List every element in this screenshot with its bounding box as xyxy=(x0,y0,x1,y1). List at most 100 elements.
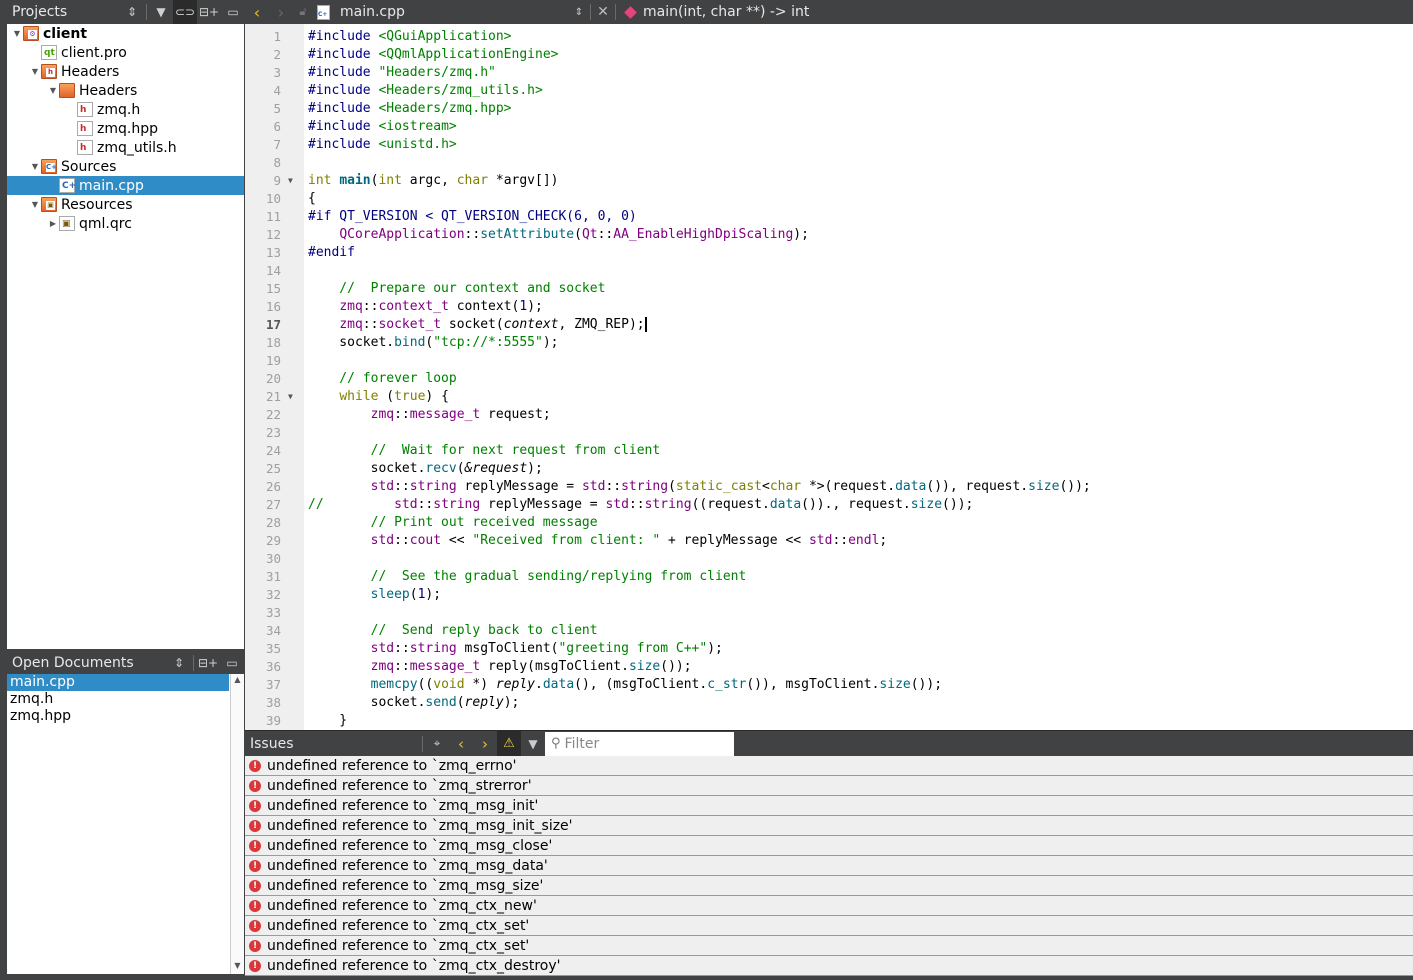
close-document-icon[interactable]: ✕ xyxy=(593,4,613,20)
code-line[interactable]: 11 #if QT_VERSION < QT_VERSION_CHECK(6, 0… xyxy=(245,208,1413,226)
issue-row[interactable]: ! undefined reference to `zmq_msg_close' xyxy=(245,836,1413,856)
next-issue-icon[interactable]: › xyxy=(473,731,497,757)
code-line[interactable]: 19 xyxy=(245,352,1413,370)
code-line[interactable]: 7 #include <unistd.h> xyxy=(245,136,1413,154)
tree-item[interactable]: ▼ ⚙ client xyxy=(7,24,244,43)
code-line[interactable]: 27 // std::string replyMessage = std::str… xyxy=(245,496,1413,514)
code-line[interactable]: 26 std::string replyMessage = std::strin… xyxy=(245,478,1413,496)
code-line[interactable]: 10 { xyxy=(245,190,1413,208)
code-line[interactable]: 4 #include <Headers/zmq_utils.h> xyxy=(245,82,1413,100)
open-document-item[interactable]: main.cpp xyxy=(7,674,229,691)
code-line[interactable]: 29 std::cout << "Received from client: "… xyxy=(245,532,1413,550)
code-line[interactable]: 32 sleep(1); xyxy=(245,586,1413,604)
issue-row[interactable]: ! undefined reference to `zmq_errno' xyxy=(245,756,1413,776)
line-number: 31 xyxy=(265,569,281,584)
tree-item[interactable]: h zmq_utils.h xyxy=(7,138,244,157)
close-pane-icon[interactable]: ▭ xyxy=(220,651,244,675)
code-line[interactable]: 28 // Print out received message xyxy=(245,514,1413,532)
previous-issue-icon[interactable]: ‹ xyxy=(449,731,473,757)
issues-filter-input[interactable]: ⚲ Filter xyxy=(545,731,734,756)
split-icon[interactable]: ⊟+ xyxy=(196,651,220,675)
tree-item[interactable]: C+ main.cpp xyxy=(7,176,244,195)
code-line[interactable]: 39 } xyxy=(245,712,1413,730)
code-line[interactable]: 22 zmq::message_t request; xyxy=(245,406,1413,424)
unlock-icon[interactable]: 🔓︎ xyxy=(293,5,313,19)
symbol-selector[interactable]: main(int, char **) -> int xyxy=(643,4,809,20)
expand-arrow-icon[interactable]: ▶ xyxy=(47,219,59,228)
code-line[interactable]: 33 xyxy=(245,604,1413,622)
clean-issues-icon[interactable]: ⌖ xyxy=(425,731,449,757)
filter-icon[interactable]: ▼ xyxy=(521,731,545,757)
code-line[interactable]: 17 zmq::socket_t socket(context, ZMQ_REP… xyxy=(245,316,1413,334)
issue-row[interactable]: ! undefined reference to `zmq_strerror' xyxy=(245,776,1413,796)
code-line[interactable]: 25 socket.recv(&request); xyxy=(245,460,1413,478)
code-line[interactable]: 37 memcpy((void *) reply.data(), (msgToC… xyxy=(245,676,1413,694)
tree-item[interactable]: qt client.pro xyxy=(7,43,244,62)
issue-row[interactable]: ! undefined reference to `zmq_msg_init' xyxy=(245,796,1413,816)
issue-row[interactable]: ! undefined reference to `zmq_msg_data' xyxy=(245,856,1413,876)
go-back-icon[interactable]: ‹ xyxy=(245,3,269,22)
issue-row[interactable]: ! undefined reference to `zmq_ctx_new' xyxy=(245,896,1413,916)
filter-icon[interactable]: ▼ xyxy=(149,0,173,24)
code-line[interactable]: 14 xyxy=(245,262,1413,280)
line-number: 4 xyxy=(273,83,281,98)
tree-item[interactable]: h zmq.hpp xyxy=(7,119,244,138)
code-line[interactable]: 38 socket.send(reply); xyxy=(245,694,1413,712)
code-line[interactable]: 1 #include <QGuiApplication> xyxy=(245,28,1413,46)
code-line[interactable]: 23 xyxy=(245,424,1413,442)
collapse-arrow-icon[interactable]: ▼ xyxy=(11,29,23,38)
code-line[interactable]: 16 zmq::context_t context(1); xyxy=(245,298,1413,316)
collapse-arrow-icon[interactable]: ▼ xyxy=(47,86,59,95)
code-line[interactable]: 6 #include <iostream> xyxy=(245,118,1413,136)
split-icon[interactable]: ⊟+ xyxy=(197,0,221,24)
view-selector-arrows-icon[interactable]: ⇕ xyxy=(120,0,144,24)
collapse-arrow-icon[interactable]: ▼ xyxy=(29,200,41,209)
scroll-down-icon[interactable]: ▼ xyxy=(231,961,244,973)
code-line[interactable]: 21 ▼ while (true) { xyxy=(245,388,1413,406)
code-line[interactable]: 9 ▼ int main(int argc, char *argv[]) xyxy=(245,172,1413,190)
code-line[interactable]: 8 xyxy=(245,154,1413,172)
issue-row[interactable]: ! undefined reference to `zmq_msg_size' xyxy=(245,876,1413,896)
open-document-item[interactable]: zmq.h xyxy=(7,691,229,708)
open-documents-scrollbar[interactable]: ▲ ▼ xyxy=(230,674,244,974)
open-document-item[interactable]: zmq.hpp xyxy=(7,708,229,725)
issue-row[interactable]: ! undefined reference to `zmq_ctx_set' xyxy=(245,916,1413,936)
code-line[interactable]: 34 // Send reply back to client xyxy=(245,622,1413,640)
code-line[interactable]: 3 #include "Headers/zmq.h" xyxy=(245,64,1413,82)
fold-gutter xyxy=(281,604,304,622)
code-line[interactable]: 36 zmq::message_t reply(msgToClient.size… xyxy=(245,658,1413,676)
scroll-up-icon[interactable]: ▲ xyxy=(231,675,244,687)
view-selector-arrows-icon[interactable]: ⇕ xyxy=(167,651,191,675)
code-line[interactable]: 31 // See the gradual sending/replying f… xyxy=(245,568,1413,586)
code-line[interactable]: 12 QCoreApplication::setAttribute(Qt::AA… xyxy=(245,226,1413,244)
code-line[interactable]: 18 socket.bind("tcp://*:5555"); xyxy=(245,334,1413,352)
code-line[interactable]: 35 std::string msgToClient("greeting fro… xyxy=(245,640,1413,658)
tree-item[interactable]: ▼ Headers xyxy=(7,81,244,100)
tree-item[interactable]: h zmq.h xyxy=(7,100,244,119)
code-line[interactable]: 20 // forever loop xyxy=(245,370,1413,388)
fold-marker-icon[interactable]: ▼ xyxy=(281,388,304,406)
tree-item[interactable]: ▼ ▣ Resources xyxy=(7,195,244,214)
tree-item[interactable]: ▶ ▣ qml.qrc xyxy=(7,214,244,233)
issue-row[interactable]: ! undefined reference to `zmq_msg_init_si… xyxy=(245,816,1413,836)
show-warnings-toggle-icon[interactable]: ⚠ xyxy=(497,730,521,757)
code-line[interactable]: 2 #include <QQmlApplicationEngine> xyxy=(245,46,1413,64)
code-line[interactable]: 24 // Wait for next request from client xyxy=(245,442,1413,460)
close-pane-icon[interactable]: ▭ xyxy=(221,0,245,24)
collapse-arrow-icon[interactable]: ▼ xyxy=(29,162,41,171)
document-selector[interactable]: main.cpp xyxy=(340,4,570,20)
code-line[interactable]: 15 // Prepare our context and socket xyxy=(245,280,1413,298)
document-dropdown-arrows-icon[interactable]: ⇕ xyxy=(570,7,588,18)
tree-item[interactable]: ▼ C+ Sources xyxy=(7,157,244,176)
collapse-arrow-icon[interactable]: ▼ xyxy=(29,67,41,76)
tree-item[interactable]: ▼ h Headers xyxy=(7,62,244,81)
go-forward-icon[interactable]: › xyxy=(269,3,293,22)
fold-marker-icon[interactable]: ▼ xyxy=(281,172,304,190)
code-line[interactable]: 30 xyxy=(245,550,1413,568)
link-with-editor-icon[interactable]: ⊂⊃ xyxy=(173,0,197,24)
code-editor[interactable]: 1 #include <QGuiApplication> 2 #include <QQ… xyxy=(245,24,1413,730)
code-line[interactable]: 13 #endif xyxy=(245,244,1413,262)
issue-row[interactable]: ! undefined reference to `zmq_ctx_set' xyxy=(245,936,1413,956)
code-line[interactable]: 5 #include <Headers/zmq.hpp> xyxy=(245,100,1413,118)
issue-row[interactable]: ! undefined reference to `zmq_ctx_destroy… xyxy=(245,956,1413,976)
